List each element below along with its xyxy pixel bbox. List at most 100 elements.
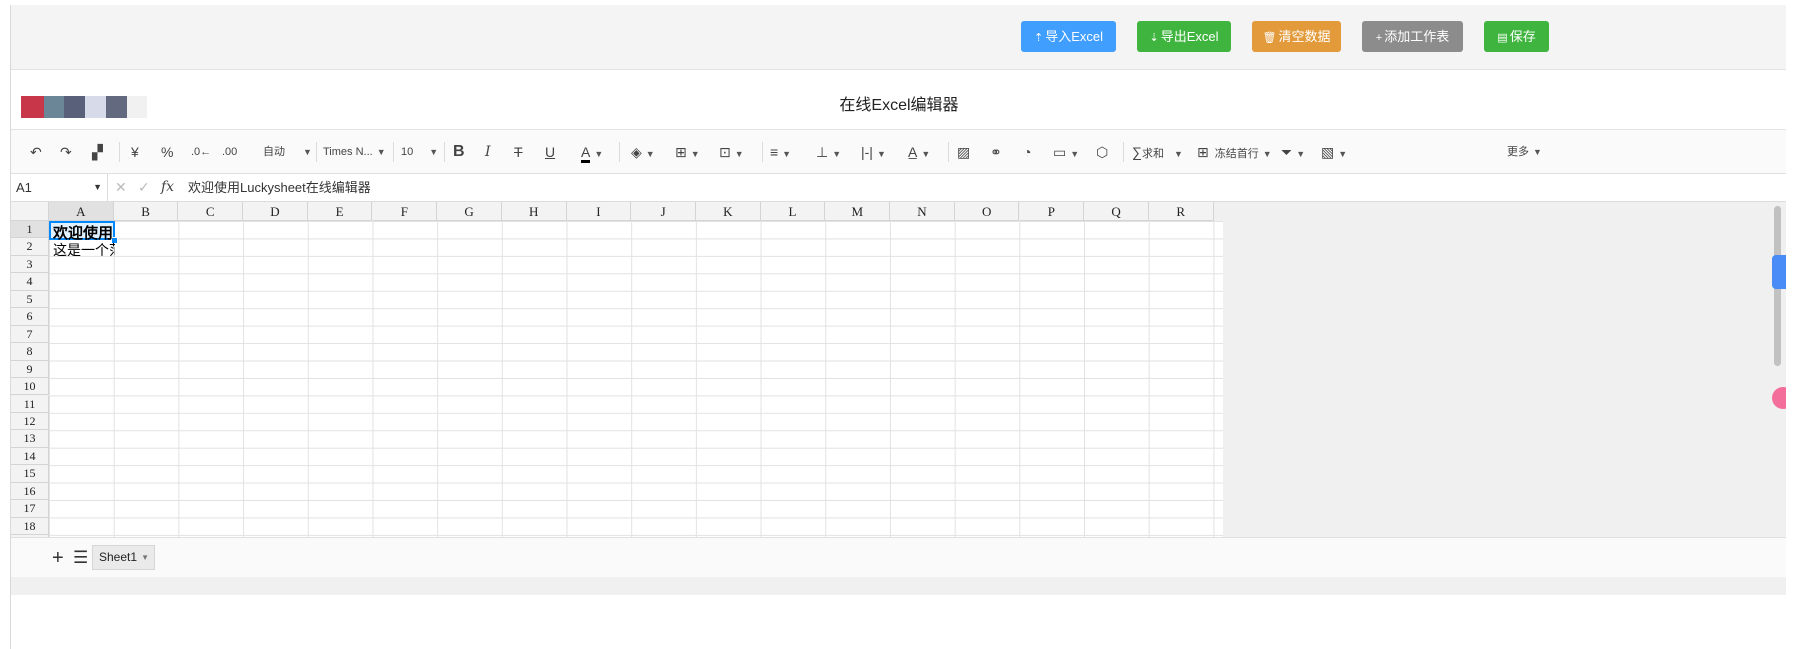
image-icon[interactable]: ▨ xyxy=(957,142,970,162)
fill-color-button[interactable]: ◈ ▼ xyxy=(631,142,655,162)
more-button[interactable]: 更多 ▼ xyxy=(1507,142,1542,162)
bold-icon[interactable]: B xyxy=(453,142,465,162)
border-button[interactable]: ⊞ ▼ xyxy=(675,142,700,162)
export-excel-button[interactable]: ⇣ 导出Excel xyxy=(1137,21,1231,52)
row-header[interactable]: 12 xyxy=(11,412,49,431)
chevron-down-icon: ▼ xyxy=(141,553,149,562)
format-painter-icon[interactable]: ▞ xyxy=(92,142,103,162)
row-header[interactable]: 8 xyxy=(11,343,49,361)
row-header[interactable]: 9 xyxy=(11,360,49,379)
column-header[interactable]: R xyxy=(1148,202,1214,221)
sum-button[interactable]: ∑求和 ▼ xyxy=(1132,142,1183,162)
column-header[interactable]: N xyxy=(890,202,955,221)
column-header[interactable]: K xyxy=(696,202,761,221)
paint-bucket-icon: ◈ xyxy=(631,144,642,160)
cell-area[interactable] xyxy=(49,221,1223,577)
chevron-down-icon: ▼ xyxy=(1262,149,1272,159)
sheet-list-icon[interactable]: ☰ xyxy=(73,544,88,572)
cube-icon[interactable]: ⬡ xyxy=(1096,142,1108,162)
chevron-down-icon: ▼ xyxy=(1533,147,1542,157)
column-header[interactable]: C xyxy=(178,202,244,221)
percent-icon[interactable]: % xyxy=(161,142,173,162)
side-panel-toggle[interactable] xyxy=(1772,255,1786,289)
align-bottom-icon: ⊥ xyxy=(816,144,829,160)
row-header[interactable]: 7 xyxy=(11,325,49,344)
column-header[interactable]: A xyxy=(49,202,114,221)
column-header[interactable]: B xyxy=(113,202,179,221)
freeze-button[interactable]: ⊞ 冻结首行 ▼ xyxy=(1197,142,1272,162)
text-color-button[interactable]: A ▼ xyxy=(581,142,603,163)
fx-icon[interactable]: fx xyxy=(161,174,174,201)
comment-icon: ▭ xyxy=(1053,144,1067,160)
row-header[interactable]: 10 xyxy=(11,378,49,396)
column-header[interactable]: P xyxy=(1019,202,1085,221)
row-header[interactable]: 14 xyxy=(11,447,49,466)
column-header[interactable]: I xyxy=(566,202,632,221)
clear-data-button[interactable]: 🗑 清空数据 xyxy=(1252,21,1341,52)
cancel-icon[interactable]: ✕ xyxy=(115,174,127,201)
row-header[interactable]: 5 xyxy=(11,290,49,309)
number-format-dropdown[interactable]: 自动 ▼ xyxy=(263,142,312,162)
row-header[interactable]: 13 xyxy=(11,430,49,448)
row-header[interactable]: 4 xyxy=(11,273,49,291)
strikethrough-icon[interactable]: T xyxy=(514,142,523,162)
horizontal-align-button[interactable]: ≡ ▼ xyxy=(770,142,791,162)
row-header[interactable]: 15 xyxy=(11,465,49,483)
font-size-dropdown[interactable]: 10 ▼ xyxy=(401,142,438,162)
increase-decimal-icon[interactable]: .00 xyxy=(222,142,237,162)
italic-icon[interactable]: I xyxy=(485,142,491,162)
chart-icon[interactable]: ◔ xyxy=(1023,142,1031,162)
cell-A1[interactable]: 欢迎使用 xyxy=(53,222,115,240)
cell-name-box[interactable]: A1 ▼ xyxy=(11,174,108,201)
merge-cells-button[interactable]: ⊡ ▼ xyxy=(719,142,744,162)
add-sheet-icon[interactable]: + xyxy=(52,544,64,572)
text-rotate-button[interactable]: A̲ ▼ xyxy=(908,142,930,162)
upload-icon: ⇡ xyxy=(1033,32,1044,44)
column-header[interactable]: O xyxy=(954,202,1020,221)
confirm-icon[interactable]: ✓ xyxy=(138,174,150,201)
row-header[interactable]: 3 xyxy=(11,255,49,274)
column-header[interactable]: F xyxy=(372,202,438,221)
row-header[interactable]: 11 xyxy=(11,395,49,413)
download-icon: ⇣ xyxy=(1149,32,1159,44)
column-header[interactable]: Q xyxy=(1084,202,1149,221)
column-header[interactable]: J xyxy=(631,202,696,221)
row-header[interactable]: 2 xyxy=(11,238,49,256)
comment-button[interactable]: ▭ ▼ xyxy=(1053,142,1079,162)
column-header[interactable]: H xyxy=(501,202,567,221)
link-icon[interactable]: ⚭ xyxy=(990,142,1002,162)
chevron-down-icon: ▼ xyxy=(1296,149,1306,159)
formula-input[interactable]: 欢迎使用Luckysheet在线编辑器 xyxy=(188,174,371,201)
import-excel-button[interactable]: ⇡ 导入Excel xyxy=(1021,21,1116,52)
vertical-align-button[interactable]: ⊥ ▼ xyxy=(816,142,841,162)
formula-bar: A1 ▼ ✕ ✓ fx 欢迎使用Luckysheet在线编辑器 xyxy=(11,174,1786,202)
currency-icon[interactable]: ¥ xyxy=(131,142,139,162)
save-button[interactable]: ▤ 保存 xyxy=(1484,21,1549,52)
chevron-down-icon: ▼ xyxy=(921,149,931,159)
filter-button[interactable]: ⏷ ▼ xyxy=(1281,142,1305,162)
redo-icon[interactable]: ↷ xyxy=(60,142,72,162)
sheet-tab[interactable]: Sheet1 ▼ xyxy=(92,545,155,570)
select-all-corner[interactable] xyxy=(11,202,49,221)
conditional-format-button[interactable]: ▧ ▼ xyxy=(1321,142,1347,162)
title-bar: 在线Excel编辑器 xyxy=(11,70,1786,130)
decrease-decimal-icon[interactable]: .0← xyxy=(191,142,211,162)
row-header[interactable]: 17 xyxy=(11,500,49,518)
text-wrap-button[interactable]: |-| ▼ xyxy=(861,142,886,162)
column-header[interactable]: G xyxy=(437,202,502,221)
row-header[interactable]: 1 xyxy=(11,221,49,239)
column-header[interactable]: D xyxy=(243,202,308,221)
undo-icon[interactable]: ↶ xyxy=(30,142,42,162)
row-header[interactable]: 16 xyxy=(11,482,49,501)
add-sheet-button[interactable]: + 添加工作表 xyxy=(1362,21,1463,52)
cell-A2[interactable]: 这是一个范 xyxy=(53,240,115,258)
chevron-down-icon: ▼ xyxy=(734,149,744,159)
column-header[interactable]: L xyxy=(760,202,826,221)
row-header[interactable]: 18 xyxy=(11,517,49,536)
column-header[interactable]: E xyxy=(307,202,373,221)
chevron-down-icon: ▼ xyxy=(1338,149,1348,159)
column-header[interactable]: M xyxy=(825,202,891,221)
row-header[interactable]: 6 xyxy=(11,308,49,326)
font-family-dropdown[interactable]: Times N... ▼ xyxy=(323,142,386,162)
underline-icon[interactable]: U xyxy=(545,142,555,162)
